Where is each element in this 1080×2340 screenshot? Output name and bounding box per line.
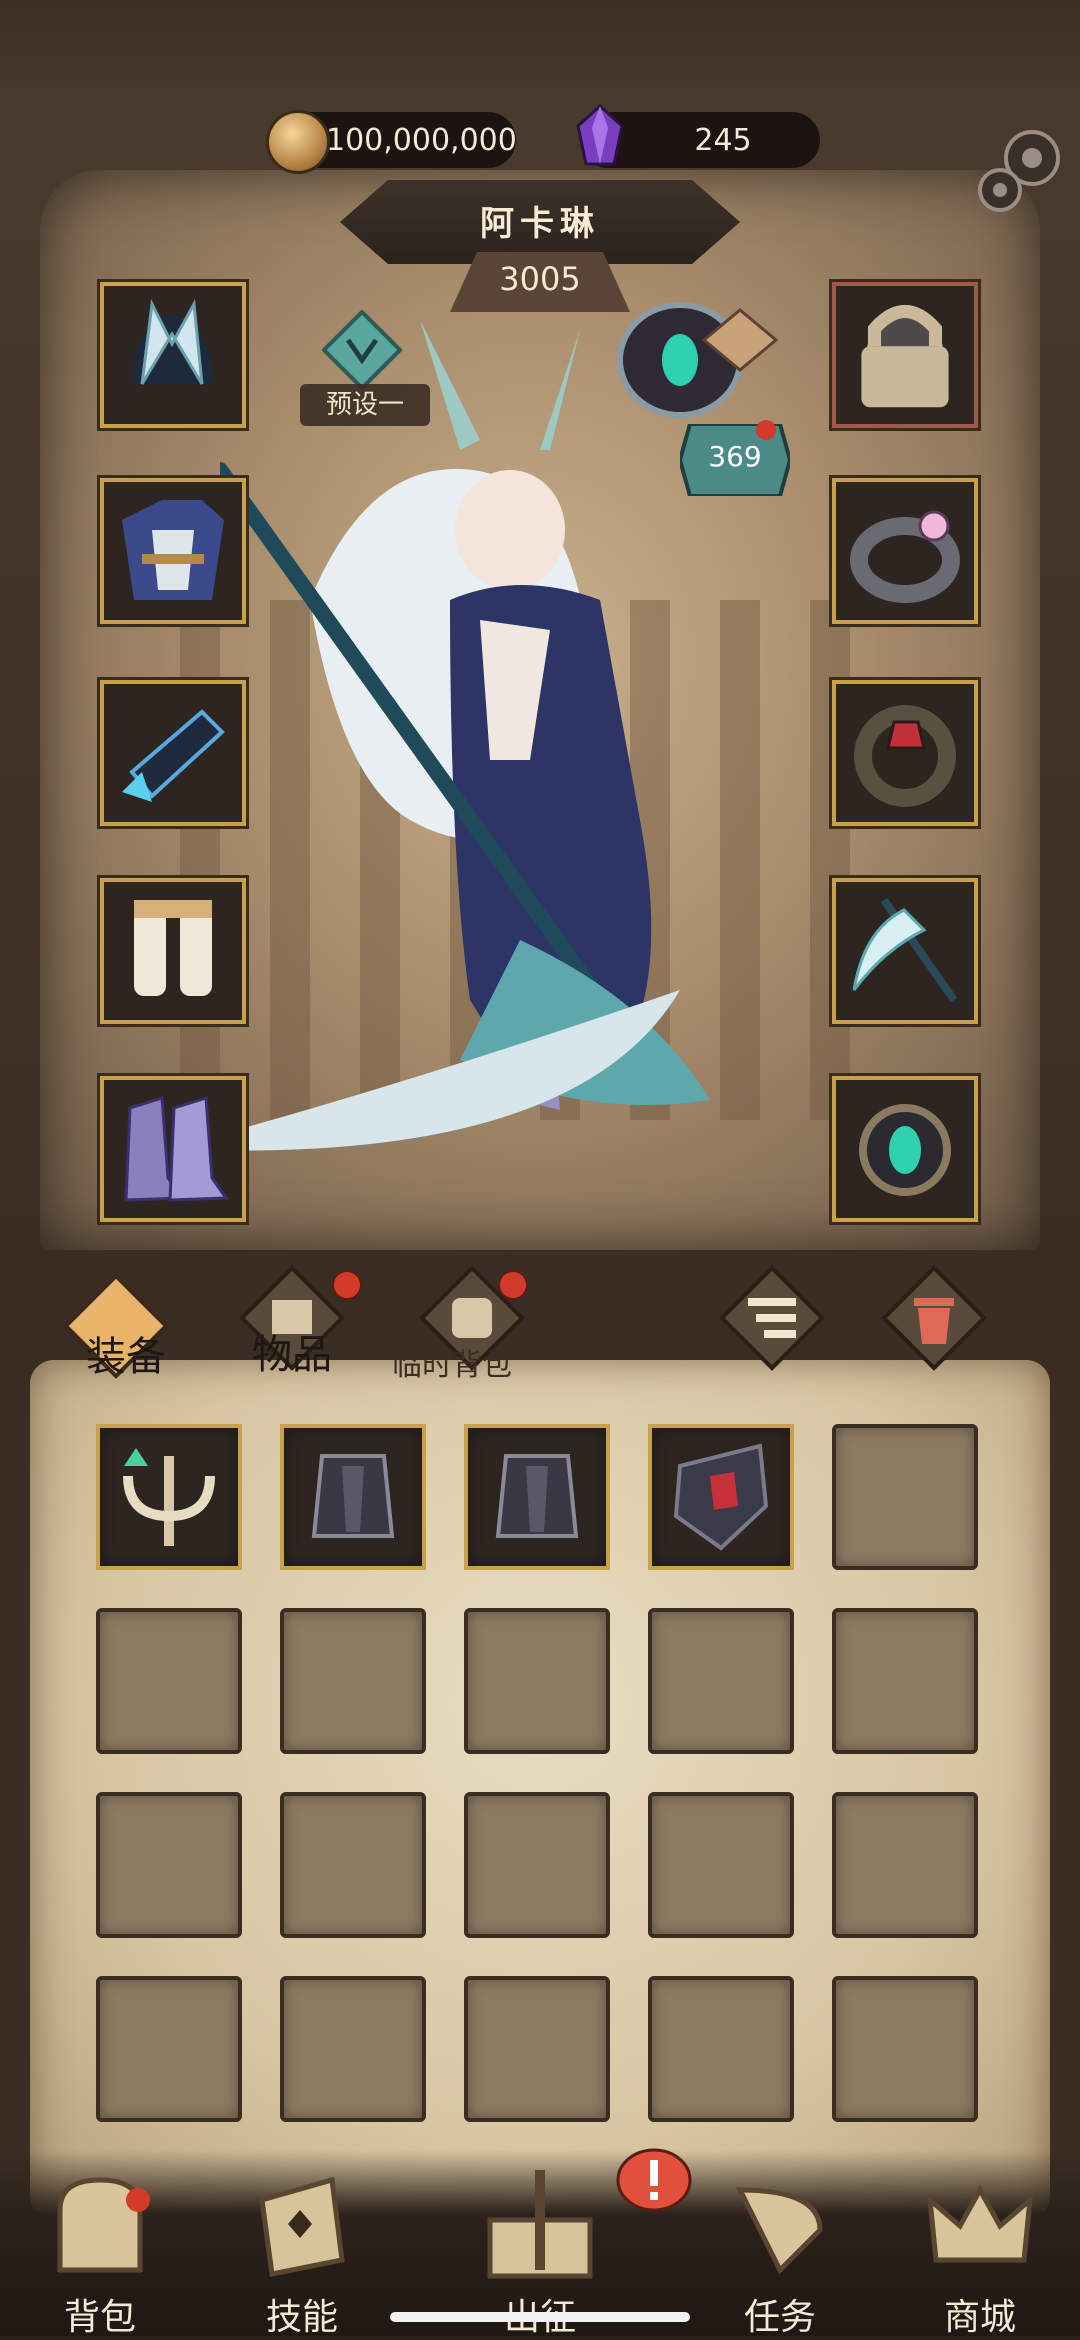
bag-slot-empty[interactable] [832,1792,978,1938]
nav-quests[interactable]: 任务 [700,2170,860,2338]
bag-slot[interactable] [280,1424,426,1570]
bag-slot[interactable] [96,1424,242,1570]
alert-bubble-icon [616,2148,692,2212]
nav-bag-label: 背包 [63,2297,136,2338]
tab-equipment[interactable]: 装备 [86,1324,166,1382]
scythe-item-icon [852,897,958,1003]
candelabra-item-icon [123,1448,215,1546]
equip-slot-helmet[interactable] [100,282,246,428]
helmet-item-icon [132,298,214,385]
bag-slot-empty[interactable] [832,1976,978,2122]
nav-expedition[interactable]: 出征 [460,2170,620,2338]
greaves-item-icon [134,900,212,996]
equip-slot-locked-helmet[interactable] [832,282,978,428]
serpent-ring-item-icon [854,705,956,807]
shield-item-icon [673,1443,769,1551]
armor-item-icon [122,500,224,600]
gold-coin-icon [266,110,330,174]
equip-slot-boots[interactable] [100,1076,246,1222]
nav-shop[interactable]: 商城 [900,2170,1060,2338]
bag-slot-empty[interactable] [648,1792,794,1938]
bag-slot-empty[interactable] [280,1608,426,1754]
bag-slot-empty[interactable] [96,1792,242,1938]
gold-counter[interactable]: 100,000,000 [266,110,517,174]
iron-armor-item-icon [311,1454,395,1538]
backpack-icon [57,2177,150,2273]
tab-temp-bag[interactable]: 临时背包 [392,1340,512,1384]
equip-slot-scythe[interactable] [832,878,978,1024]
trash-icon[interactable] [878,1262,990,1374]
purple-gem-icon [576,104,624,166]
gauntlet-item-icon [122,709,225,802]
ring-item-icon [850,510,960,603]
settings-gear-icon[interactable] [970,120,1070,220]
amulet-item-icon [859,1104,951,1196]
equip-slot-armor[interactable] [100,478,246,624]
nav-bag[interactable]: 背包 [20,2170,180,2338]
nav-skills-label: 技能 [265,2297,338,2338]
home-indicator[interactable] [390,2312,690,2322]
equip-slot-serpent-ring[interactable] [832,680,978,826]
horn-quest-icon [735,2187,823,2275]
equip-slot-gauntlet[interactable] [100,680,246,826]
equip-slot-ring[interactable] [832,478,978,624]
iron-armor-item-icon [495,1454,579,1538]
skill-book-icon [259,2176,345,2277]
bag-slot-empty[interactable] [280,1792,426,1938]
equip-slot-amulet[interactable] [832,1076,978,1222]
hero-character-art [220,320,710,1151]
items-badge-dot [332,1270,362,1300]
sword-map-icon [487,2170,593,2279]
equip-slot-greaves[interactable] [100,878,246,1024]
gem-counter[interactable]: 245 [576,104,820,168]
bag-slot-empty[interactable] [648,1976,794,2122]
hero-name: 阿卡琳 [480,204,600,244]
lock-icon [861,304,949,408]
bag-slot-empty[interactable] [96,1608,242,1754]
bag-slot-empty[interactable] [464,1608,610,1754]
bag-slot-empty[interactable] [464,1792,610,1938]
bag-slot[interactable] [648,1424,794,1570]
bag-slot-empty[interactable] [464,1976,610,2122]
gold-amount: 100,000,000 [326,122,517,158]
nav-quests-label: 任务 [743,2297,816,2338]
gem-amount: 245 [694,122,752,158]
nav-shop-label: 商城 [943,2297,1016,2338]
bag-slot-empty[interactable] [832,1608,978,1754]
bag-slot-empty[interactable] [648,1608,794,1754]
tab-items[interactable]: 物品 [252,1322,332,1380]
bag-slot[interactable] [464,1424,610,1570]
nav-skills[interactable]: 技能 [222,2170,382,2338]
temp-bag-badge-dot [498,1270,528,1300]
bag-slot-empty[interactable] [832,1424,978,1570]
sort-list-icon[interactable] [716,1262,828,1374]
crown-shop-icon [926,2184,1034,2263]
bag-slot-empty[interactable] [96,1976,242,2122]
boots-item-icon [124,1096,229,1202]
bag-slot-empty[interactable] [280,1976,426,2122]
